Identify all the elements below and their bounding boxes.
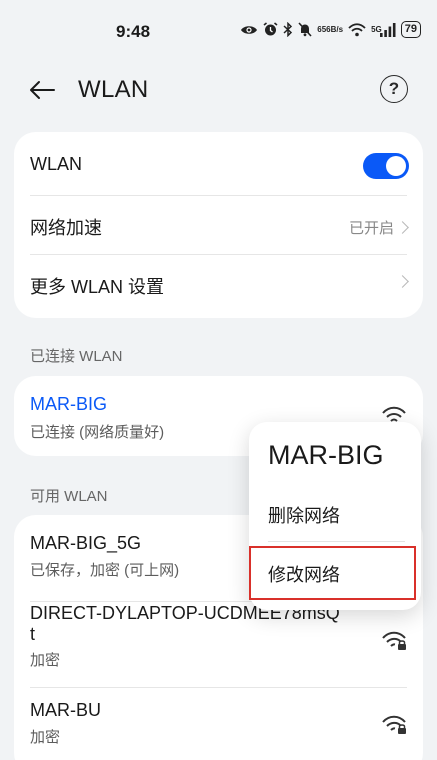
network-name-cont: t: [30, 624, 36, 644]
arrow-left-icon: [30, 81, 55, 99]
wifi-lock-icon: [382, 715, 406, 734]
divider: [268, 541, 405, 542]
more-settings-row[interactable]: 更多 WLAN 设置: [30, 273, 407, 299]
chevron-right-icon: [396, 221, 409, 234]
status-time: 9:48: [116, 22, 151, 41]
network-status: 加密: [30, 652, 61, 669]
settings-card: WLAN 网络加速 已开启 更多 WLAN 设置: [14, 132, 423, 318]
alarm-icon: [263, 22, 278, 37]
toggle-knob: [386, 156, 406, 176]
network-status: 加密: [30, 729, 61, 746]
connected-section-header: 已连接 WLAN: [30, 348, 123, 365]
divider: [30, 254, 407, 255]
page-title: WLAN: [78, 76, 149, 103]
network-accel-status: 已开启: [348, 220, 394, 237]
available-section-header: 可用 WLAN: [30, 488, 108, 505]
wifi-lock-icon: [382, 631, 406, 650]
network-accel-value: 已开启: [348, 217, 409, 238]
network-accel-label: 网络加速: [30, 218, 102, 238]
chevron-right-icon: [396, 275, 409, 288]
network-item-mar-bu[interactable]: MAR-BU 加密: [30, 700, 407, 760]
divider: [30, 195, 407, 196]
wlan-row[interactable]: WLAN: [30, 154, 407, 175]
network-item-direct-dylaptop[interactable]: DIRECT-DYLAPTOP-UCDMEE78msQ t 加密: [30, 603, 407, 687]
connected-network-name: MAR-BIG: [30, 394, 108, 414]
net-speed-value: 656: [317, 24, 331, 34]
divider: [30, 687, 407, 688]
delete-network-item[interactable]: 删除网络: [268, 502, 340, 528]
back-button[interactable]: [26, 75, 58, 105]
highlight-annotation: [249, 546, 416, 600]
popup-title: MAR-BIG: [268, 440, 384, 470]
wlan-toggle[interactable]: [363, 153, 409, 179]
signal-icon: 5G: [371, 22, 396, 37]
mute-icon: [298, 22, 312, 37]
help-button[interactable]: ?: [380, 75, 408, 103]
bluetooth-icon: [283, 22, 293, 37]
header: WLAN ?: [0, 64, 437, 116]
eye-icon: [240, 24, 258, 36]
net-speed: 656 B/s: [317, 24, 344, 34]
net-speed-unit: B/s: [330, 24, 344, 34]
more-settings-label: 更多 WLAN 设置: [30, 277, 165, 297]
status-icons: 656 B/s 5G 79: [240, 21, 421, 38]
wlan-label: WLAN: [30, 154, 83, 174]
more-settings-chevron: [396, 275, 409, 288]
battery-icon: 79: [400, 21, 421, 38]
wifi-status-icon: [348, 22, 366, 37]
network-name: MAR-BU: [30, 700, 101, 720]
status-bar: 9:48 656 B/s 5G 79: [0, 0, 437, 64]
